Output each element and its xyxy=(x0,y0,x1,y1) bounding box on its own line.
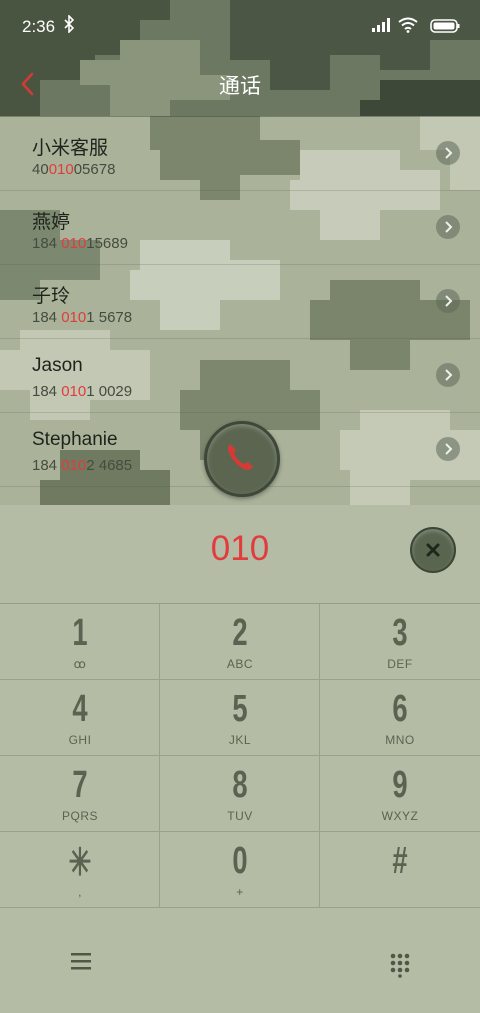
key-letters: JKL xyxy=(228,733,252,747)
key-8[interactable]: 8 TUV xyxy=(160,756,320,832)
contact-number: 184 01015689 xyxy=(32,235,128,252)
key-digit: 7 xyxy=(72,764,88,806)
key-digit: 9 xyxy=(392,764,408,806)
battery-icon xyxy=(430,19,460,33)
keypad-icon[interactable] xyxy=(386,950,414,978)
number-match: 010 xyxy=(61,235,87,252)
key-digit: 8 xyxy=(232,764,248,806)
key-digit: # xyxy=(392,840,408,882)
key-9[interactable]: 9 WXYZ xyxy=(320,756,480,832)
number-suffix: 1 5678 xyxy=(86,309,133,326)
dialed-number: 010 xyxy=(210,529,270,568)
contact-number: 184 0101 0029 xyxy=(32,383,132,400)
menu-icon[interactable] xyxy=(66,950,96,974)
number-prefix: 184 xyxy=(32,383,62,400)
key-digit: 0 xyxy=(232,840,248,882)
key-1[interactable]: 1 ꝏ xyxy=(0,604,160,680)
list-item[interactable]: 子玲 184 0101 5678 xyxy=(0,265,480,339)
key-letters: PQRS xyxy=(61,809,98,823)
contact-name: 子玲 xyxy=(32,286,71,307)
number-prefix: 184 xyxy=(32,235,62,252)
bluetooth-icon xyxy=(64,15,74,33)
voicemail-icon: ꝏ xyxy=(73,657,87,671)
key-digit: 5 xyxy=(232,688,248,730)
backspace-icon xyxy=(426,543,440,557)
number-prefix: 40 xyxy=(32,161,49,178)
key-digit: 1 xyxy=(72,612,88,654)
wifi-icon xyxy=(398,17,418,33)
list-item[interactable]: 燕婷 184 01015689 xyxy=(0,191,480,265)
backspace-button[interactable] xyxy=(410,527,456,573)
contact-name: 小米客服 xyxy=(32,138,109,159)
key-0[interactable]: 0 + xyxy=(160,832,320,908)
key-letters: MNO xyxy=(385,733,415,747)
key-digit: ✳ xyxy=(68,842,92,884)
key-digit: 4 xyxy=(72,688,88,730)
contact-number: 4001005678 xyxy=(32,161,115,178)
key-letters: TUV xyxy=(227,809,253,823)
list-item[interactable]: Jason 184 0101 0029 xyxy=(0,339,480,413)
status-time: 2:36 xyxy=(22,17,56,36)
key-2[interactable]: 2 ABC xyxy=(160,604,320,680)
key-letters: WXYZ xyxy=(381,809,419,823)
chevron-right-icon[interactable] xyxy=(436,289,460,313)
key-digit: 3 xyxy=(392,612,408,654)
dialed-number-bar: 010 xyxy=(0,505,480,604)
key-digit: 6 xyxy=(392,688,408,730)
key-digit: 2 xyxy=(232,612,248,654)
contact-name: 燕婷 xyxy=(32,212,71,233)
key-letters: GHI xyxy=(68,733,92,747)
number-suffix: 2 4685 xyxy=(86,457,133,474)
dialpad: 010 1 ꝏ 2 ABC 3 DEF 4 GHI 5 JKL 6 MNO 7 … xyxy=(0,505,480,1013)
contact-name: Jason xyxy=(32,355,83,376)
key-5[interactable]: 5 JKL xyxy=(160,680,320,756)
number-suffix: 15689 xyxy=(86,235,128,252)
number-prefix: 184 xyxy=(32,309,62,326)
key-6[interactable]: 6 MNO xyxy=(320,680,480,756)
number-match: 010 xyxy=(61,309,87,326)
key-7[interactable]: 7 PQRS xyxy=(0,756,160,832)
number-suffix: 05678 xyxy=(73,161,116,178)
header: 通话 xyxy=(0,52,480,116)
chevron-right-icon[interactable] xyxy=(436,215,460,239)
key-4[interactable]: 4 GHI xyxy=(0,680,160,756)
key-star[interactable]: ✳ , xyxy=(0,832,160,908)
key-3[interactable]: 3 DEF xyxy=(320,604,480,680)
phone-screen: 2:36 通话 小米客服 4001005678 燕婷 184 01015689 … xyxy=(0,0,480,1013)
contact-number: 184 0102 4685 xyxy=(32,457,132,474)
key-letters: DEF xyxy=(387,657,413,671)
contact-name: Stephanie xyxy=(32,429,118,450)
chevron-right-icon[interactable] xyxy=(436,363,460,387)
key-letters: + xyxy=(236,885,244,899)
chevron-right-icon[interactable] xyxy=(436,437,460,461)
key-letters: ABC xyxy=(226,657,254,671)
key-hash[interactable]: # xyxy=(320,832,480,908)
list-item[interactable]: 小米客服 4001005678 xyxy=(0,117,480,191)
key-letters: , xyxy=(78,885,82,899)
number-suffix: 1 0029 xyxy=(86,383,133,400)
chevron-right-icon[interactable] xyxy=(436,141,460,165)
number-match: 010 xyxy=(61,457,87,474)
contact-number: 184 0101 5678 xyxy=(32,309,132,326)
number-match: 010 xyxy=(61,383,87,400)
page-title: 通话 xyxy=(219,75,261,98)
number-match: 010 xyxy=(48,161,74,178)
call-button[interactable] xyxy=(204,421,280,497)
status-bar: 2:36 xyxy=(0,0,480,52)
dialer-actions xyxy=(0,910,480,1013)
number-prefix: 184 xyxy=(32,457,62,474)
phone-icon xyxy=(228,444,253,470)
signal-icon xyxy=(372,18,390,32)
